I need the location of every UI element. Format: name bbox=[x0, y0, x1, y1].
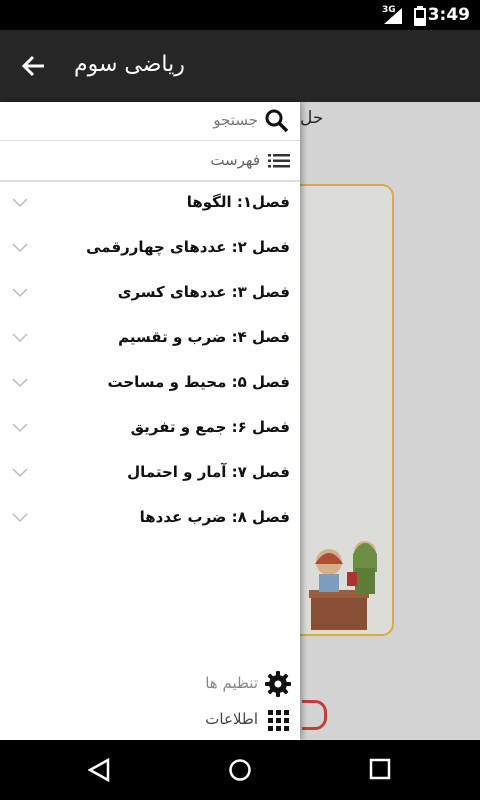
list-icon bbox=[268, 154, 290, 168]
index-row[interactable]: فهرست bbox=[0, 140, 300, 182]
settings-item[interactable]: تنظیم ها bbox=[0, 666, 300, 702]
navigation-drawer: جستجو فهرست فصل۱: الگوها فصل ۲: عددهای چ… bbox=[0, 102, 300, 740]
battery-icon bbox=[414, 6, 426, 26]
chevron-down-icon bbox=[12, 288, 28, 298]
recents-square-icon[interactable] bbox=[369, 758, 391, 780]
gear-icon bbox=[265, 671, 291, 697]
about-item[interactable]: اطلاعات bbox=[0, 702, 300, 738]
chevron-down-icon bbox=[12, 198, 28, 208]
search-row[interactable]: جستجو bbox=[0, 102, 300, 141]
chapter-label: فصل ۵: محیط و مساحت bbox=[107, 373, 290, 391]
clock: 3:49 bbox=[427, 5, 470, 25]
about-label: اطلاعات bbox=[205, 710, 258, 728]
grid-icon bbox=[268, 710, 289, 731]
chapter-label: فصل ۴: ضرب و تقسیم bbox=[118, 328, 290, 346]
search-label: جستجو bbox=[213, 111, 258, 129]
chapter-label: فصل ۳: عددهای کسری bbox=[117, 283, 290, 301]
chapter-item-2[interactable]: فصل ۲: عددهای چهاررقمی bbox=[0, 226, 300, 270]
chapter-item-7[interactable]: فصل ۷: آمار و احتمال bbox=[0, 451, 300, 495]
chapter-item-1[interactable]: فصل۱: الگوها bbox=[0, 181, 300, 225]
chapter-item-5[interactable]: فصل ۵: محیط و مساحت bbox=[0, 361, 300, 405]
arrow-back-icon[interactable] bbox=[18, 50, 50, 82]
chapter-item-3[interactable]: فصل ۳: عددهای کسری bbox=[0, 271, 300, 315]
chevron-down-icon bbox=[12, 423, 28, 433]
system-nav-bar bbox=[0, 740, 480, 800]
chapter-item-6[interactable]: فصل ۶: جمع و تفریق bbox=[0, 406, 300, 450]
chevron-down-icon bbox=[12, 243, 28, 253]
chapter-item-8[interactable]: فصل ۸: ضرب عددها bbox=[0, 496, 300, 540]
status-bar: 3G 3:49 bbox=[0, 0, 480, 30]
chapter-label: فصل ۲: عددهای چهاررقمی bbox=[86, 238, 290, 256]
chapter-label: فصل ۷: آمار و احتمال bbox=[127, 463, 290, 481]
signal-icon bbox=[384, 8, 402, 24]
app-bar: ریاضی سوم bbox=[0, 30, 480, 102]
search-icon bbox=[265, 109, 289, 133]
chevron-down-icon bbox=[12, 333, 28, 343]
chapter-label: فصل ۸: ضرب عددها bbox=[139, 508, 290, 526]
chapter-label: فصل ۶: جمع و تفریق bbox=[130, 418, 290, 436]
chapter-item-4[interactable]: فصل ۴: ضرب و تقسیم bbox=[0, 316, 300, 360]
app-title: ریاضی سوم bbox=[74, 52, 185, 77]
index-label: فهرست bbox=[210, 151, 260, 169]
chevron-down-icon bbox=[12, 513, 28, 523]
back-triangle-icon[interactable] bbox=[88, 758, 110, 782]
home-circle-icon[interactable] bbox=[228, 758, 252, 782]
chevron-down-icon bbox=[12, 378, 28, 388]
chapter-label: فصل۱: الگوها bbox=[186, 193, 290, 211]
chevron-down-icon bbox=[12, 468, 28, 478]
settings-label: تنظیم ها bbox=[205, 674, 258, 692]
